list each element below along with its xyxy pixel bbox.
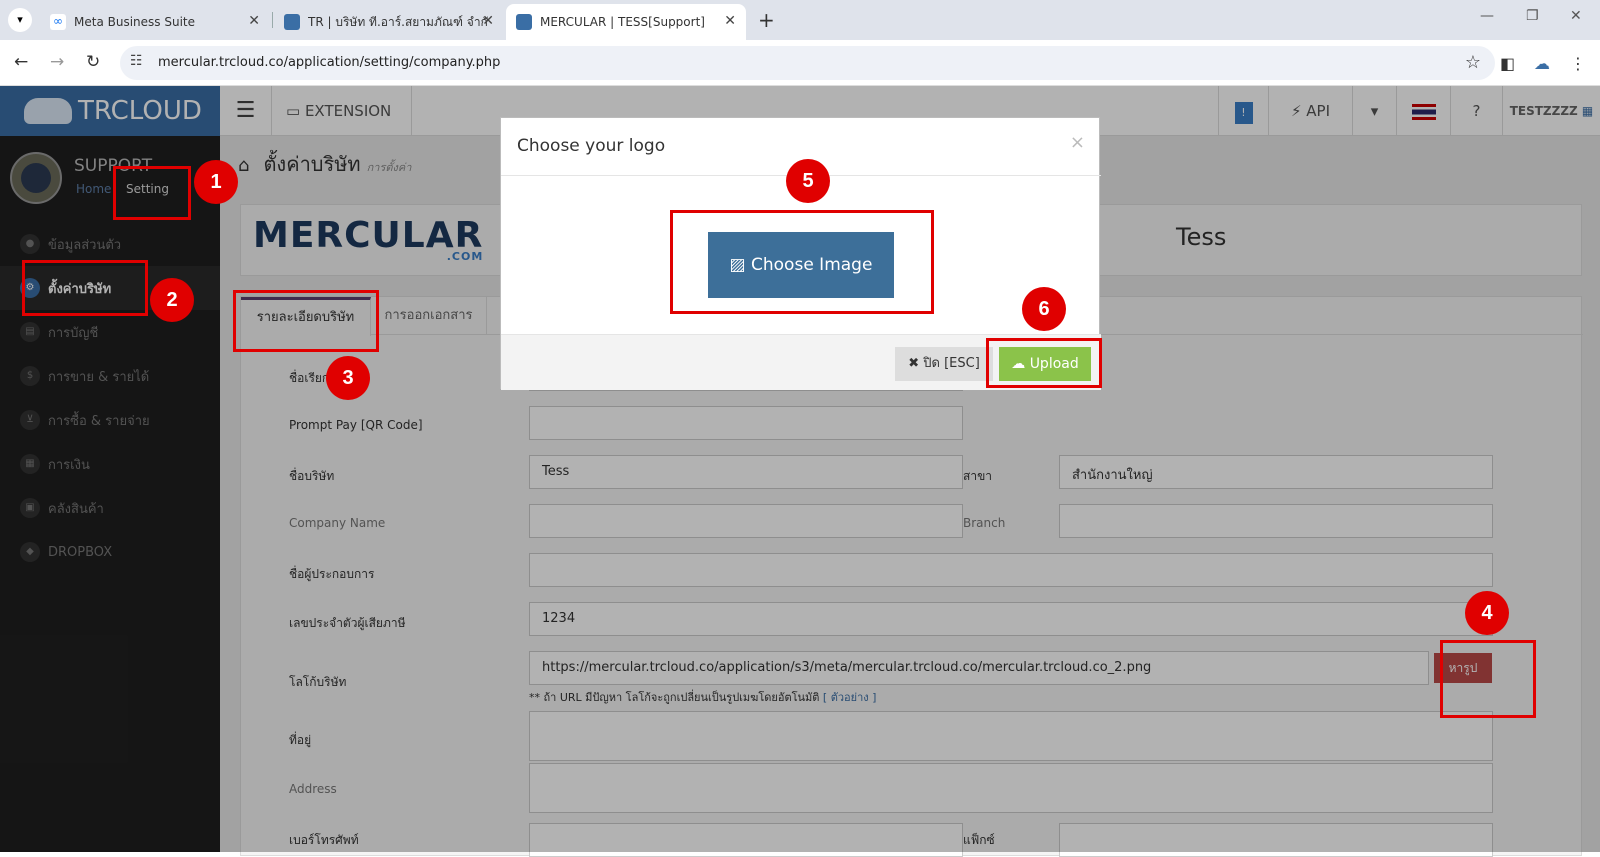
annotation-badge-3: 3 (326, 356, 370, 400)
tab-separator (272, 12, 273, 28)
tab-title: Meta Business Suite (74, 15, 195, 29)
browser-tab-bar: ▾ ∞ Meta Business Suite ✕ TR | บริษัท ที… (0, 0, 1600, 40)
site-settings-icon[interactable]: ☷ (130, 53, 143, 69)
tab-search-chevron-icon[interactable]: ▾ (8, 8, 32, 32)
minimize-icon[interactable]: — (1480, 8, 1494, 24)
tab-title: TR | บริษัท ที.อาร์.สยามภัณฑ์ จำกัด (308, 14, 488, 29)
bookmark-star-icon[interactable]: ☆ (1465, 52, 1481, 73)
trcloud-favicon-icon (284, 14, 300, 30)
extension-cloud-icon[interactable]: ☁ (1534, 54, 1550, 73)
new-tab-button[interactable]: + (758, 8, 775, 32)
reload-icon[interactable]: ↻ (86, 52, 100, 72)
restore-icon[interactable]: ❐ (1526, 8, 1539, 24)
browser-tab-meta[interactable]: ∞ Meta Business Suite ✕ (40, 4, 270, 40)
annotation-box-details-tab (233, 290, 379, 352)
close-button-label: ปิด [ESC] (923, 356, 980, 371)
close-tab-icon[interactable]: ✕ (724, 13, 736, 29)
annotation-badge-1: 1 (194, 160, 238, 204)
modal-close-icon[interactable]: × (1070, 132, 1085, 153)
url-text[interactable]: mercular.trcloud.co/application/setting/… (158, 55, 500, 70)
close-tab-icon[interactable]: ✕ (248, 13, 260, 29)
browser-tab-tr[interactable]: TR | บริษัท ที.อาร์.สยามภัณฑ์ จำกัด ✕ (274, 4, 504, 40)
address-bar-row: ← → ↻ ☷ mercular.trcloud.co/application/… (0, 40, 1600, 86)
forward-icon[interactable]: → (50, 52, 64, 72)
modal-title: Choose your logo (517, 136, 666, 156)
trcloud-favicon-icon (516, 14, 532, 30)
annotation-box-setting (113, 166, 191, 220)
annotation-box-company-settings (22, 260, 148, 316)
annotation-badge-5: 5 (786, 159, 830, 203)
browser-menu-icon[interactable]: ⋮ (1570, 54, 1586, 73)
modal-close-button[interactable]: ✖ ปิด [ESC] (895, 347, 993, 381)
omnibox[interactable]: ☷ mercular.trcloud.co/application/settin… (120, 46, 1495, 80)
annotation-box-upload (986, 338, 1102, 388)
window-close-icon[interactable]: ✕ (1570, 8, 1582, 24)
annotation-badge-2: 2 (150, 278, 194, 322)
meta-logo-icon: ∞ (50, 14, 66, 30)
annotation-box-find-image (1440, 640, 1536, 718)
tab-title: MERCULAR | TESS[Support] (540, 15, 705, 29)
annotation-badge-4: 4 (1465, 591, 1509, 635)
back-icon[interactable]: ← (14, 52, 28, 72)
side-panel-icon[interactable]: ◧ (1500, 54, 1515, 73)
annotation-box-choose-image (670, 210, 934, 314)
close-tab-icon[interactable]: ✕ (482, 13, 494, 29)
annotation-badge-6: 6 (1022, 287, 1066, 331)
x-icon: ✖ (908, 356, 924, 371)
browser-tab-mercular[interactable]: MERCULAR | TESS[Support] ✕ (506, 4, 746, 40)
